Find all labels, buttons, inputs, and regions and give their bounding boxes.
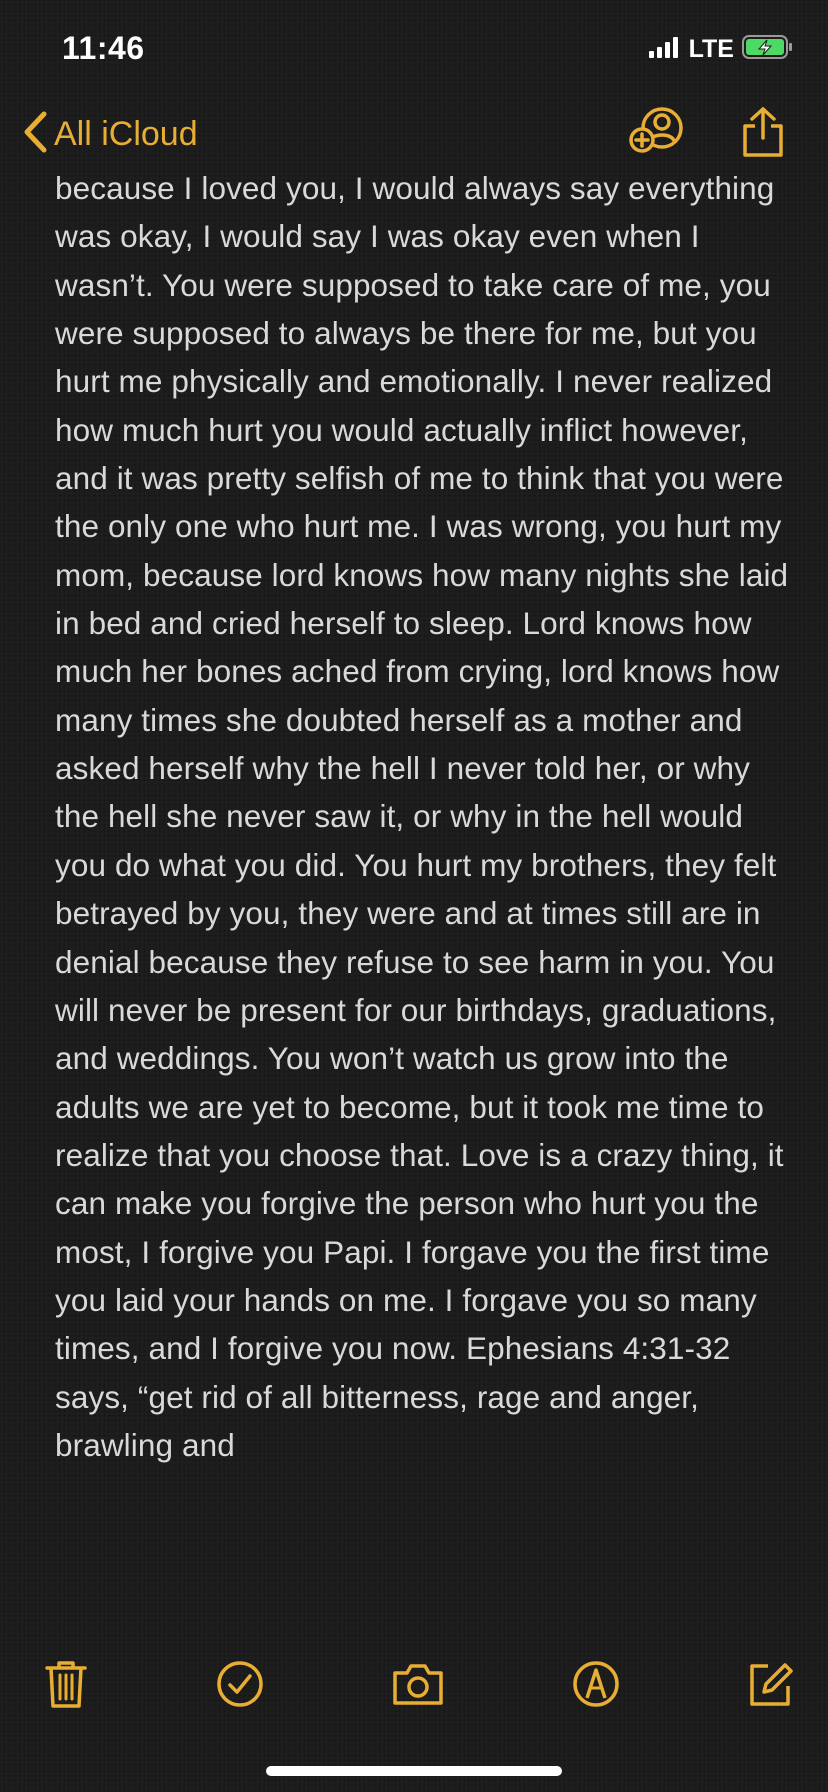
chevron-left-icon [22,110,48,159]
camera-icon[interactable] [388,1654,448,1714]
battery-charging-icon [742,34,794,65]
navigation-bar: All iCloud [0,100,828,170]
note-text[interactable]: because I loved you, I would always say … [55,164,795,1469]
status-time: 11:46 [62,30,145,66]
signal-bars-icon [648,36,681,63]
add-people-icon[interactable] [628,106,686,159]
share-icon[interactable] [740,106,786,163]
compose-icon[interactable] [740,1654,800,1714]
status-indicators: LTE [648,34,794,65]
markup-pen-icon[interactable] [566,1654,626,1714]
note-body[interactable]: because I loved you, I would always say … [55,164,795,1614]
checklist-icon[interactable] [210,1654,270,1714]
trash-icon[interactable] [36,1654,96,1714]
home-indicator[interactable] [266,1766,562,1776]
back-button[interactable]: All iCloud [22,110,198,159]
bottom-toolbar [0,1640,828,1730]
status-bar: 11:46 LTE [0,0,828,100]
back-label: All iCloud [54,115,198,153]
carrier-label: LTE [688,35,734,63]
